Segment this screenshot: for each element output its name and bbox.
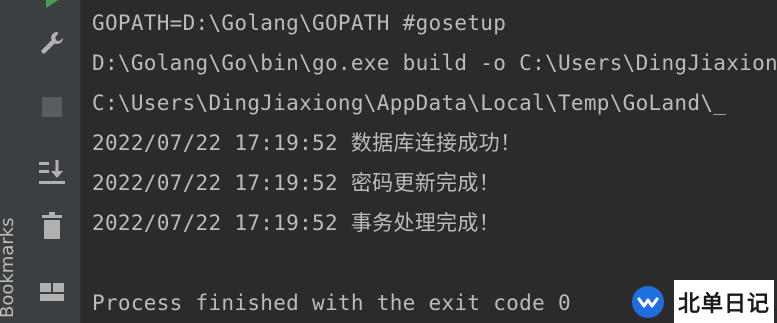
settings-button[interactable] xyxy=(32,26,72,60)
rerun-button[interactable] xyxy=(32,0,72,16)
watermark-label-box: 北单日记 xyxy=(674,280,774,323)
run-toolbar xyxy=(22,0,80,323)
watermark-text: 北单日记 xyxy=(677,291,770,317)
bookmarks-tool-strip[interactable]: Bookmarks xyxy=(0,0,22,323)
layout-icon xyxy=(40,283,64,301)
console-line: D:\Golang\Go\bin\go.exe build -o C:\User… xyxy=(92,51,777,75)
console-line: 2022/07/22 17:19:52 密码更新完成！ xyxy=(92,171,500,195)
trash-icon xyxy=(42,212,62,239)
console-line: 2022/07/22 17:19:52 事务处理完成！ xyxy=(92,211,500,235)
stop-icon xyxy=(42,97,62,117)
scroll-to-end-icon xyxy=(39,160,65,184)
restore-layout-button[interactable] xyxy=(32,275,72,309)
watermark-logo-icon xyxy=(632,285,664,318)
console-line: Process finished with the exit code 0 xyxy=(92,291,571,315)
stop-button[interactable] xyxy=(32,90,72,124)
console-line: C:\Users\DingJiaxiong\AppData\Local\Temp… xyxy=(92,91,727,115)
run-icon xyxy=(46,0,59,8)
console-line: GOPATH=D:\Golang\GOPATH #gosetup xyxy=(92,11,507,35)
scroll-to-end-button[interactable] xyxy=(32,155,72,189)
bookmarks-label[interactable]: Bookmarks xyxy=(0,217,18,318)
wrench-icon xyxy=(41,32,63,54)
console-output[interactable]: GOPATH=D:\Golang\GOPATH #gosetup D:\Gola… xyxy=(81,0,777,323)
console-line: 2022/07/22 17:19:52 数据库连接成功！ xyxy=(92,131,522,155)
clear-all-button[interactable] xyxy=(32,209,72,243)
watermark: 北单日记 xyxy=(632,280,777,323)
